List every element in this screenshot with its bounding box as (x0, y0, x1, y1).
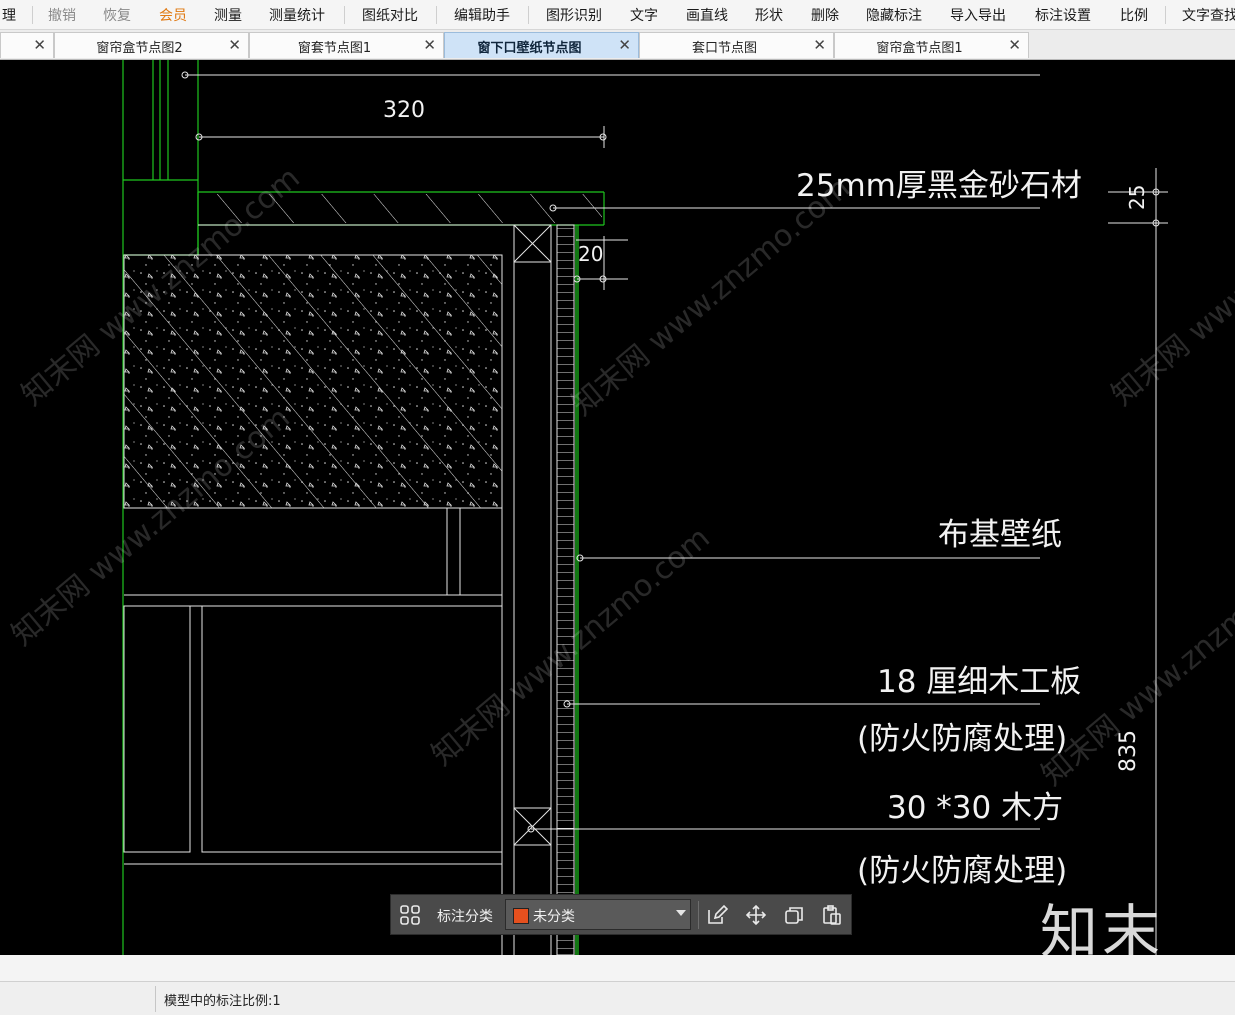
tab-casing-opening[interactable]: 套口节点图 ✕ (639, 32, 834, 58)
menu-annotation-settings[interactable]: 标注设置 (1035, 5, 1091, 25)
tab-label: 窗套节点图1 (297, 41, 372, 56)
menu-draw-line[interactable]: 画直线 (686, 5, 728, 25)
menu-delete[interactable]: 删除 (811, 5, 839, 25)
menu-text[interactable]: 文字 (630, 5, 658, 25)
label-wood: 30 *30 木方 (887, 790, 1064, 826)
menu-edit-helper[interactable]: 编辑助手 (454, 5, 510, 25)
tab-label: 窗帘盒节点图1 (876, 41, 963, 56)
status-row: 模型中的标注比例:1 (0, 982, 1235, 1015)
chevron-down-icon (676, 910, 686, 916)
close-icon[interactable]: ✕ (813, 36, 826, 54)
menu-separator (344, 6, 345, 24)
annotation-scale-text: 模型中的标注比例:1 (164, 994, 281, 1009)
menu-vip[interactable]: 会员 (159, 5, 187, 25)
menu-shape-recognize[interactable]: 图形识别 (546, 5, 602, 25)
tab-label: 窗帘盒节点图2 (96, 41, 183, 56)
label-wood-note: (防火防腐处理) (857, 853, 1068, 889)
category-grid-icon[interactable] (400, 905, 420, 925)
drawing-canvas[interactable]: 320 25mm厚黑金砂石材 20 25 835 布基壁纸 18 厘细木工板 (… (0, 60, 1235, 955)
category-color-swatch (513, 908, 529, 924)
tab-curtain-box-2[interactable]: 窗帘盒节点图2 ✕ (54, 32, 249, 58)
tab-hidden[interactable]: ✕ (0, 32, 54, 58)
menu-separator (1165, 6, 1166, 24)
status-cell (0, 986, 156, 1012)
menu-manage[interactable]: 理 (2, 5, 16, 25)
menu-text-search[interactable]: 文字查找 (1182, 5, 1235, 25)
dim-20: 20 (578, 242, 604, 266)
close-icon[interactable]: ✕ (1008, 36, 1021, 54)
tab-label: 套口节点图 (691, 41, 757, 56)
dim-320: 320 (383, 98, 425, 123)
menu-redo[interactable]: 恢复 (103, 5, 131, 25)
annotation-toolbar: 标注分类 未分类 (390, 894, 852, 935)
move-icon[interactable] (745, 904, 767, 926)
copy-icon[interactable] (783, 904, 805, 926)
close-icon[interactable]: ✕ (423, 36, 436, 54)
menu-separator (528, 6, 529, 24)
menu-scale[interactable]: 比例 (1120, 5, 1148, 25)
status-bar: 模型中的标注比例:1 (0, 955, 1235, 1015)
category-value: 未分类 (533, 909, 575, 925)
edit-icon[interactable] (706, 904, 728, 926)
close-icon[interactable]: ✕ (228, 36, 241, 54)
menu-hide-annotations[interactable]: 隐藏标注 (866, 5, 922, 25)
category-label: 标注分类 (437, 909, 493, 925)
menu-separator (436, 6, 437, 24)
close-icon[interactable]: ✕ (618, 36, 631, 54)
menu-measure-stats[interactable]: 测量统计 (269, 5, 325, 25)
wallpaper-strip (556, 224, 575, 955)
label-board-note: (防火防腐处理) (857, 721, 1068, 757)
label-board: 18 厘细木工板 (877, 664, 1082, 700)
label-wallpaper: 布基壁纸 (938, 517, 1062, 553)
status-top-strip (0, 955, 1235, 982)
menu-shape[interactable]: 形状 (755, 5, 783, 25)
paste-icon[interactable] (821, 904, 843, 926)
menu-import-export[interactable]: 导入导出 (950, 5, 1006, 25)
tab-window-sill-wallpaper[interactable]: 窗下口壁纸节点图 ✕ (444, 32, 639, 58)
tab-label: 窗下口壁纸节点图 (477, 41, 582, 56)
menu-compare[interactable]: 图纸对比 (362, 5, 418, 25)
main-toolbar: 理 撤销 恢复 会员 测量 测量统计 图纸对比 编辑助手 图形识别 文字 画直线… (0, 0, 1235, 30)
document-tabs: ✕ 窗帘盒节点图2 ✕ 窗套节点图1 ✕ 窗下口壁纸节点图 ✕ 套口节点图 ✕ … (0, 30, 1235, 60)
menu-undo[interactable]: 撤销 (48, 5, 76, 25)
tab-window-casing-1[interactable]: 窗套节点图1 ✕ (249, 32, 444, 58)
menu-separator (32, 6, 33, 24)
close-icon[interactable]: ✕ (33, 36, 46, 54)
menu-measure[interactable]: 测量 (214, 5, 242, 25)
toolbar-separator (698, 901, 699, 929)
tab-curtain-box-1[interactable]: 窗帘盒节点图1 ✕ (834, 32, 1029, 58)
dim-25: 25 (1125, 184, 1149, 210)
category-select[interactable]: 未分类 (505, 899, 691, 930)
